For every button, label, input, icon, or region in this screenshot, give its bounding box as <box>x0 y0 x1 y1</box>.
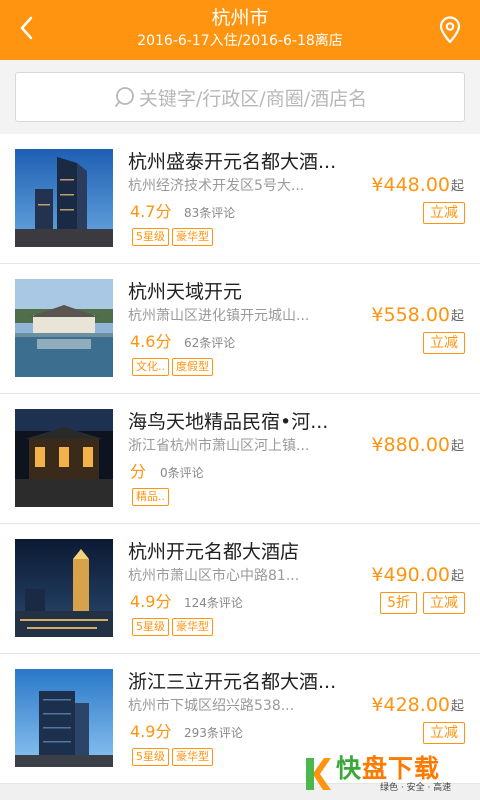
review-count: 83条评论 <box>184 206 236 220</box>
hotel-address: 浙江省杭州市萧山区河上镇... <box>128 438 310 454</box>
review-count: 62条评论 <box>184 336 236 350</box>
hotel-tags: 5星级 豪华型 <box>132 748 216 766</box>
search-bar: 关键字/行政区/商圈/酒店名 <box>0 60 480 134</box>
hotel-tags: 5星级 豪华型 <box>132 618 216 636</box>
hotel-name: 浙江三立开元名都大酒... <box>128 671 337 693</box>
review-count: 0条评论 <box>160 466 204 480</box>
back-button[interactable] <box>14 12 38 44</box>
watermark-brand: 快盘下载 <box>336 754 441 783</box>
promo-badge: 5折 <box>380 592 417 614</box>
hotel-price: ¥490.00 <box>371 564 450 586</box>
promo-badge: 立减 <box>423 722 465 744</box>
header-title-group: 杭州市 2016-6-17入住/2016-6-18离店 <box>80 5 400 51</box>
hotel-tags: 文化.. 度假型 <box>132 358 216 376</box>
hotel-price: ¥428.00 <box>371 694 450 716</box>
location-pin-icon <box>439 16 461 44</box>
promo-badges: 5折 立减 <box>374 592 465 614</box>
hotel-address: 杭州萧山区进化镇开元城山... <box>128 308 310 324</box>
price-suffix: 起 <box>450 569 464 584</box>
hotel-score: 分 <box>130 462 147 481</box>
hotel-tag: 5星级 <box>132 228 169 246</box>
price-suffix: 起 <box>450 309 464 324</box>
hotel-tag: 豪华型 <box>172 748 213 766</box>
hotel-price: ¥448.00 <box>371 174 450 196</box>
hotel-list-item[interactable]: 杭州天域开元 杭州萧山区进化镇开元城山... 4.6分 62条评论 文化.. 度… <box>0 264 480 394</box>
location-button[interactable] <box>438 16 462 44</box>
hotel-photo <box>15 539 113 637</box>
hotel-tags: 精品.. <box>132 488 172 506</box>
brand-logo-icon <box>306 758 331 790</box>
promo-badge: 立减 <box>423 332 465 354</box>
watermark-logo: 快盘下载 绿色 · 安全 · 高速 <box>304 754 472 796</box>
hotel-list-item[interactable]: 杭州盛泰开元名都大酒... 杭州经济技术开发区5号大... 4.7分 83条评论… <box>0 134 480 264</box>
hotel-tag: 度假型 <box>172 358 213 376</box>
hotel-address: 杭州经济技术开发区5号大... <box>128 178 305 194</box>
hotel-tag: 5星级 <box>132 748 169 766</box>
back-chevron-icon <box>20 16 33 40</box>
promo-badge: 立减 <box>423 202 465 224</box>
hotel-tag: 文化.. <box>132 358 169 376</box>
search-icon <box>114 87 134 107</box>
hotel-tag: 精品.. <box>132 488 169 506</box>
hotel-list: 杭州盛泰开元名都大酒... 杭州经济技术开发区5号大... 4.7分 83条评论… <box>0 134 480 784</box>
promo-badges: 立减 <box>417 722 465 744</box>
hotel-name: 海鸟天地精品民宿•河... <box>128 411 329 433</box>
hotel-name: 杭州天域开元 <box>128 281 243 303</box>
hotel-photo <box>15 409 113 507</box>
promo-badges: 立减 <box>417 202 465 224</box>
review-count: 124条评论 <box>184 596 243 610</box>
hotel-list-item[interactable]: 杭州开元名都大酒店 杭州市萧山区市心中路81... 4.9分 124条评论 5星… <box>0 524 480 654</box>
promo-badges: 立减 <box>417 332 465 354</box>
search-placeholder: 关键字/行政区/商圈/酒店名 <box>138 87 368 110</box>
hotel-tags: 5星级 豪华型 <box>132 228 216 246</box>
price-suffix: 起 <box>450 439 464 454</box>
watermark-tagline: 绿色 · 安全 · 高速 <box>380 783 452 793</box>
hotel-name: 杭州开元名都大酒店 <box>128 541 300 563</box>
hotel-score: 4.9分 <box>130 592 172 611</box>
promo-badge: 立减 <box>423 592 465 614</box>
hotel-tag: 豪华型 <box>172 228 213 246</box>
date-range[interactable]: 2016-6-17入住/2016-6-18离店 <box>80 31 400 51</box>
hotel-price: ¥558.00 <box>371 304 450 326</box>
search-input[interactable]: 关键字/行政区/商圈/酒店名 <box>15 72 465 122</box>
hotel-photo <box>15 669 113 767</box>
page-title: 杭州市 <box>211 7 269 29</box>
price-suffix: 起 <box>450 179 464 194</box>
hotel-tag: 豪华型 <box>172 618 213 636</box>
hotel-score: 4.7分 <box>130 202 172 221</box>
hotel-name: 杭州盛泰开元名都大酒... <box>128 151 337 173</box>
hotel-tag: 5星级 <box>132 618 169 636</box>
hotel-address: 杭州市下城区绍兴路538... <box>128 698 295 714</box>
hotel-price: ¥880.00 <box>371 434 450 456</box>
price-suffix: 起 <box>450 699 464 714</box>
top-bar: 杭州市 2016-6-17入住/2016-6-18离店 <box>0 0 480 60</box>
hotel-score: 4.9分 <box>130 722 172 741</box>
hotel-score: 4.6分 <box>130 332 172 351</box>
hotel-list-item[interactable]: 海鸟天地精品民宿•河... 浙江省杭州市萧山区河上镇... 分 0条评论 精品.… <box>0 394 480 524</box>
review-count: 293条评论 <box>184 726 243 740</box>
hotel-photo <box>15 149 113 247</box>
hotel-photo <box>15 279 113 377</box>
hotel-address: 杭州市萧山区市心中路81... <box>128 568 300 584</box>
